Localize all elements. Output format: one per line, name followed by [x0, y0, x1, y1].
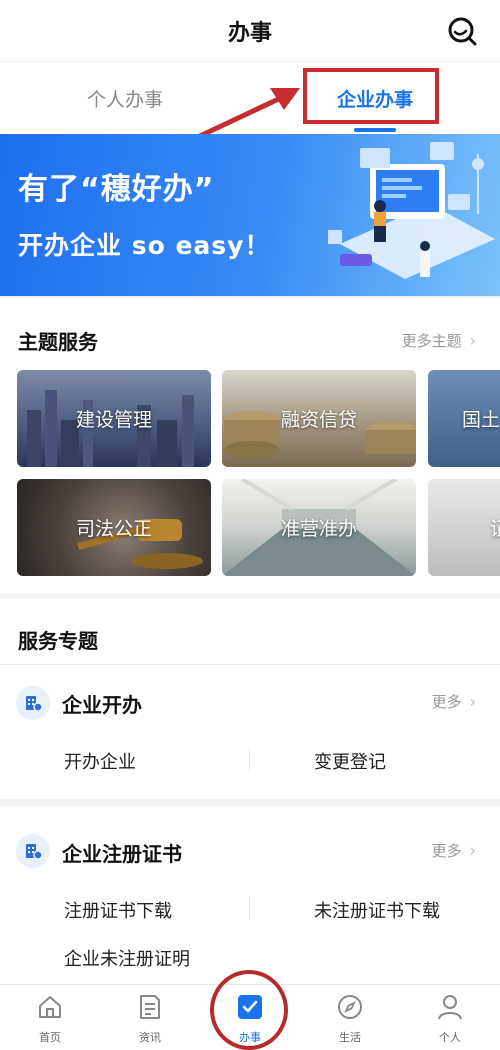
- theme-card-label: 司法公正: [75, 518, 152, 540]
- theme-card-finance[interactable]: 融资信贷: [222, 370, 416, 467]
- more-link[interactable]: 更多 ›: [432, 691, 476, 712]
- nav-home[interactable]: 首页: [0, 985, 100, 1050]
- nav-news[interactable]: 资讯: [100, 985, 200, 1050]
- theme-card-label: 国土: [462, 409, 500, 431]
- nav-label: 首页: [39, 1031, 61, 1044]
- nav-label: 生活: [339, 1031, 361, 1044]
- tab-active-indicator: [354, 128, 396, 132]
- nav-label: 个人: [439, 1031, 461, 1044]
- annotation-highlight-circle: [210, 970, 288, 1050]
- more-link[interactable]: 更多 ›: [432, 840, 476, 861]
- service-topics-section: 服务专题 企业开办 更多 › 开办企业 变更登记: [0, 599, 500, 799]
- theme-services-section: 主题服务 更多主题 › 建设管理 融资信贷 国土 司法公正 准营准办 证: [0, 298, 500, 593]
- section-title: 服务专题: [18, 629, 98, 653]
- nav-life[interactable]: 生活: [300, 985, 400, 1050]
- home-icon: [39, 996, 61, 1018]
- nav-profile[interactable]: 个人: [400, 985, 500, 1050]
- nav-label: 资讯: [139, 1031, 161, 1044]
- compass-icon: [338, 995, 362, 1019]
- service-item-download-unregistered-certificate[interactable]: 未注册证书下载: [314, 897, 440, 923]
- theme-card-label: 建设管理: [75, 409, 152, 431]
- news-icon: [140, 995, 160, 1019]
- section-title: 主题服务: [18, 330, 98, 354]
- certificate-building-icon: [16, 834, 50, 868]
- banner-illustration: [328, 142, 495, 279]
- separator: [249, 898, 250, 920]
- theme-card-judicial[interactable]: 司法公正: [17, 479, 211, 576]
- service-item-open-enterprise[interactable]: 开办企业: [64, 748, 136, 774]
- theme-card-label: 融资信贷: [280, 409, 357, 431]
- theme-card-permits[interactable]: 准营准办: [222, 479, 416, 576]
- promo-banner[interactable]: 有了“穗好办” 开办企业 so easy！: [0, 134, 500, 296]
- service-item-download-registered-certificate[interactable]: 注册证书下载: [64, 897, 172, 923]
- theme-card-land[interactable]: 国土: [428, 370, 500, 467]
- more-label: 更多: [431, 842, 462, 860]
- chevron-right-icon: ›: [469, 331, 476, 350]
- more-themes-label: 更多主题: [401, 332, 462, 350]
- service-item-unregistered-proof[interactable]: 企业未注册证明: [64, 945, 190, 971]
- divider: [0, 664, 500, 665]
- search-icon[interactable]: [446, 15, 478, 47]
- more-themes-link[interactable]: 更多主题 ›: [402, 330, 476, 351]
- group-title-enterprise-setup: 企业开办: [62, 693, 142, 717]
- certificate-group-section: 企业注册证书 更多 › 注册证书下载 未注册证书下载 企业未注册证明: [0, 806, 500, 986]
- tab-personal[interactable]: 个人办事: [0, 62, 250, 134]
- group-title-registration-certificate: 企业注册证书: [62, 842, 182, 866]
- service-item-change-registration[interactable]: 变更登记: [314, 748, 386, 774]
- theme-card-construction[interactable]: 建设管理: [17, 370, 211, 467]
- enterprise-building-icon: [16, 686, 50, 720]
- separator: [249, 749, 250, 771]
- theme-card-certificate[interactable]: 证: [428, 479, 500, 576]
- chevron-right-icon: ›: [469, 692, 476, 711]
- more-label: 更多: [431, 693, 462, 711]
- banner-headline: 有了“穗好办”: [18, 172, 215, 207]
- theme-card-label: 证: [490, 518, 500, 540]
- page-title: 办事: [227, 20, 272, 46]
- banner-subline: 开办企业 so easy！: [18, 231, 271, 260]
- annotation-highlight-box: [303, 68, 439, 124]
- top-bar: 办事: [0, 0, 500, 62]
- theme-card-label: 准营准办: [280, 518, 357, 540]
- chevron-right-icon: ›: [469, 841, 476, 860]
- person-icon: [438, 995, 462, 1020]
